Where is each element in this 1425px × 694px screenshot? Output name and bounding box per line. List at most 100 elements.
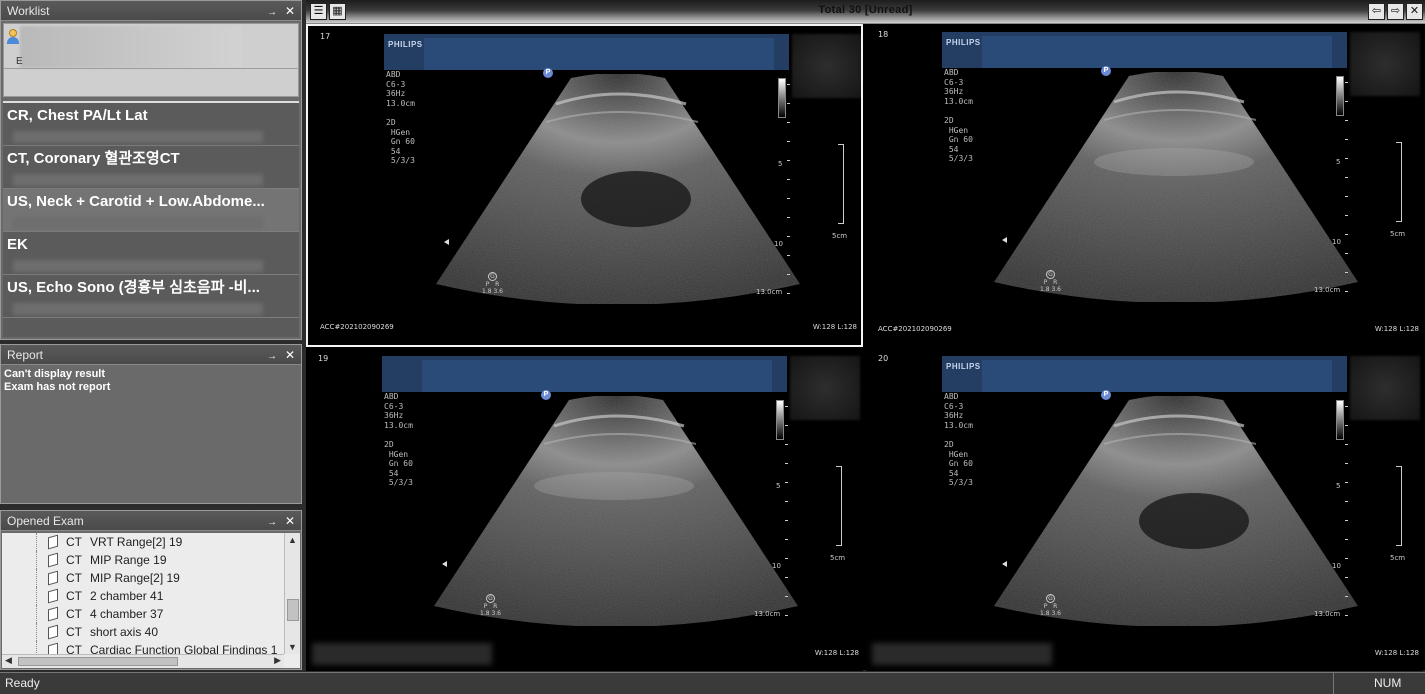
report-body: Can't display result Exam has not report — [1, 365, 301, 397]
depth-ticks — [1344, 82, 1350, 302]
patient-subtext: E — [16, 56, 23, 67]
user-icon — [7, 29, 19, 45]
probe-icon: G — [488, 272, 497, 281]
redacted-banner — [424, 38, 774, 70]
pin-icon[interactable]: → — [267, 351, 277, 362]
depth-ticks — [1344, 406, 1350, 626]
status-text: Ready — [5, 676, 40, 690]
patient-name-redacted — [20, 26, 242, 68]
tree-item[interactable]: CT MIP Range[2] 19 — [2, 569, 300, 587]
exam-item[interactable]: US, Echo Sono (경흉부 심초음파 -비... — [3, 275, 299, 318]
depth-ticks — [786, 84, 792, 304]
redacted-box — [792, 34, 861, 98]
window-level: W:128 L:128 — [814, 649, 859, 657]
window-level: W:128 L:128 — [1374, 325, 1419, 333]
app-window: Worklist → ✕ E CR, Chest PA/Lt Lat CT, Co… — [0, 0, 1425, 694]
vertical-scrollbar[interactable]: ▲ ▼ — [284, 533, 300, 654]
depth-ticks — [784, 406, 790, 626]
probe-orientation: GP R 1.8 3.6 — [1040, 594, 1061, 617]
scale-label: 5cm — [830, 554, 846, 562]
exam-item-selected[interactable]: US, Neck + Carotid + Low.Abdome... — [3, 189, 299, 232]
close-icon[interactable]: ✕ — [285, 514, 295, 528]
grayscale-bar — [1336, 76, 1344, 116]
close-icon[interactable]: ✕ — [285, 348, 295, 362]
exam-title: EK — [7, 236, 28, 253]
pin-icon[interactable]: → — [267, 517, 277, 528]
image-cell-selected[interactable]: 17 PHILIPS ABD C6-3 36Hz 13.0cm 2D HGen Gn… — [306, 24, 863, 347]
probe-icon: G — [486, 594, 495, 603]
tree-item[interactable]: CT short axis 40 — [2, 623, 300, 641]
scan-parameters: ABD C6-3 36Hz 13.0cm 2D HGen Gn 60 54 5/… — [944, 392, 973, 488]
focus-marker-icon — [444, 239, 449, 245]
image-cell[interactable]: 19 ABD C6-3 36Hz 13.0cm 2D HGen Gn 60 54 … — [306, 348, 863, 671]
series-icon — [48, 624, 58, 640]
frame-number: 17 — [320, 32, 331, 41]
scroll-up-icon[interactable]: ▲ — [288, 535, 297, 545]
opened-exam-title: Opened Exam — [7, 514, 84, 528]
image-cell[interactable]: 20 PHILIPS ABD C6-3 36Hz 13.0cm 2D HGen Gn… — [866, 348, 1423, 671]
grayscale-bar — [1336, 400, 1344, 440]
tree-item[interactable]: CT 4 chamber 37 — [2, 605, 300, 623]
window-level: W:128 L:128 — [812, 323, 857, 331]
accession-number: ACC#202102090269 — [878, 325, 952, 333]
viewer-toolbar: ☰ ▦ Total 30 [Unread] ⇦ ⇨ ✕ — [306, 0, 1425, 24]
redacted-banner — [422, 360, 772, 392]
frame-number: 20 — [878, 354, 889, 363]
depth-label: 13.0cm — [1314, 610, 1341, 618]
prev-arrow-icon[interactable]: ⇦ — [1368, 3, 1385, 20]
brand-label: PHILIPS — [946, 362, 981, 371]
frame-number: 19 — [318, 354, 329, 363]
report-line: Can't display result — [4, 368, 106, 380]
exam-title: CT, Coronary 혈관조영CT — [7, 150, 180, 167]
depth-mark-10: 10 — [1332, 562, 1341, 570]
depth-label: 13.0cm — [754, 610, 781, 618]
image-cell[interactable]: 18 PHILIPS ABD C6-3 36Hz 13.0cm 2D HGen Gn… — [866, 24, 1423, 347]
next-arrow-icon[interactable]: ⇨ — [1387, 3, 1404, 20]
report-panel: Report → ✕ Can't display result Exam has … — [0, 344, 302, 504]
patient-info[interactable]: E — [3, 23, 299, 97]
redacted-box — [1350, 32, 1420, 96]
scroll-left-icon[interactable]: ◀ — [5, 655, 12, 666]
series-icon — [48, 570, 58, 586]
depth-mark-5: 5 — [778, 160, 783, 168]
depth-mark-10: 10 — [772, 562, 781, 570]
pin-icon[interactable]: → — [267, 7, 277, 18]
scale-bracket — [1396, 142, 1402, 222]
probe-orientation: GP R 1.8 3.6 — [1040, 270, 1061, 293]
focus-marker-icon — [1002, 237, 1007, 243]
ultrasound-image — [994, 396, 1358, 626]
scroll-thumb[interactable] — [287, 599, 299, 621]
frame-number: 18 — [878, 30, 889, 39]
exam-item[interactable]: CT, Coronary 혈관조영CT — [3, 146, 299, 189]
horizontal-scrollbar[interactable]: ◀ ▶ — [2, 654, 284, 668]
accession-number: ACC#202102090269 — [320, 323, 394, 331]
scroll-down-icon[interactable]: ▼ — [288, 642, 297, 652]
focus-marker-icon — [1002, 561, 1007, 567]
probe-icon: G — [1046, 594, 1055, 603]
close-viewer-icon[interactable]: ✕ — [1406, 3, 1423, 20]
tree-item[interactable]: CT VRT Range[2] 19 — [2, 533, 300, 551]
scroll-right-icon[interactable]: ▶ — [274, 655, 281, 666]
tree-item[interactable]: CT MIP Range 19 — [2, 551, 300, 569]
exam-title: CR, Chest PA/Lt Lat — [7, 107, 148, 124]
exam-item[interactable]: EK — [3, 232, 299, 275]
tree-item[interactable]: CT 2 chamber 41 — [2, 587, 300, 605]
scale-bracket — [836, 466, 842, 546]
status-bar: Ready NUM — [0, 672, 1425, 694]
depth-label: 13.0cm — [1314, 286, 1341, 294]
depth-mark-10: 10 — [1332, 238, 1341, 246]
scroll-thumb[interactable] — [18, 657, 178, 666]
exam-item[interactable]: CR, Chest PA/Lt Lat — [3, 103, 299, 146]
redacted-footer — [312, 643, 492, 665]
report-line: Exam has not report — [4, 381, 111, 393]
scale-bracket — [1396, 466, 1402, 546]
probe-orientation: GP R 1.8 3.6 — [480, 594, 501, 617]
viewer-title: Total 30 [Unread] — [818, 4, 913, 16]
opened-exam-panel: Opened Exam → ✕ CT VRT Range[2] 19 CT MIP R… — [0, 510, 302, 670]
redacted-banner — [982, 360, 1332, 392]
exam-title: US, Neck + Carotid + Low.Abdome... — [7, 193, 265, 210]
depth-mark-5: 5 — [1336, 482, 1341, 490]
scale-label: 5cm — [1390, 554, 1406, 562]
redacted-footer — [872, 643, 1052, 665]
close-icon[interactable]: ✕ — [285, 4, 295, 18]
